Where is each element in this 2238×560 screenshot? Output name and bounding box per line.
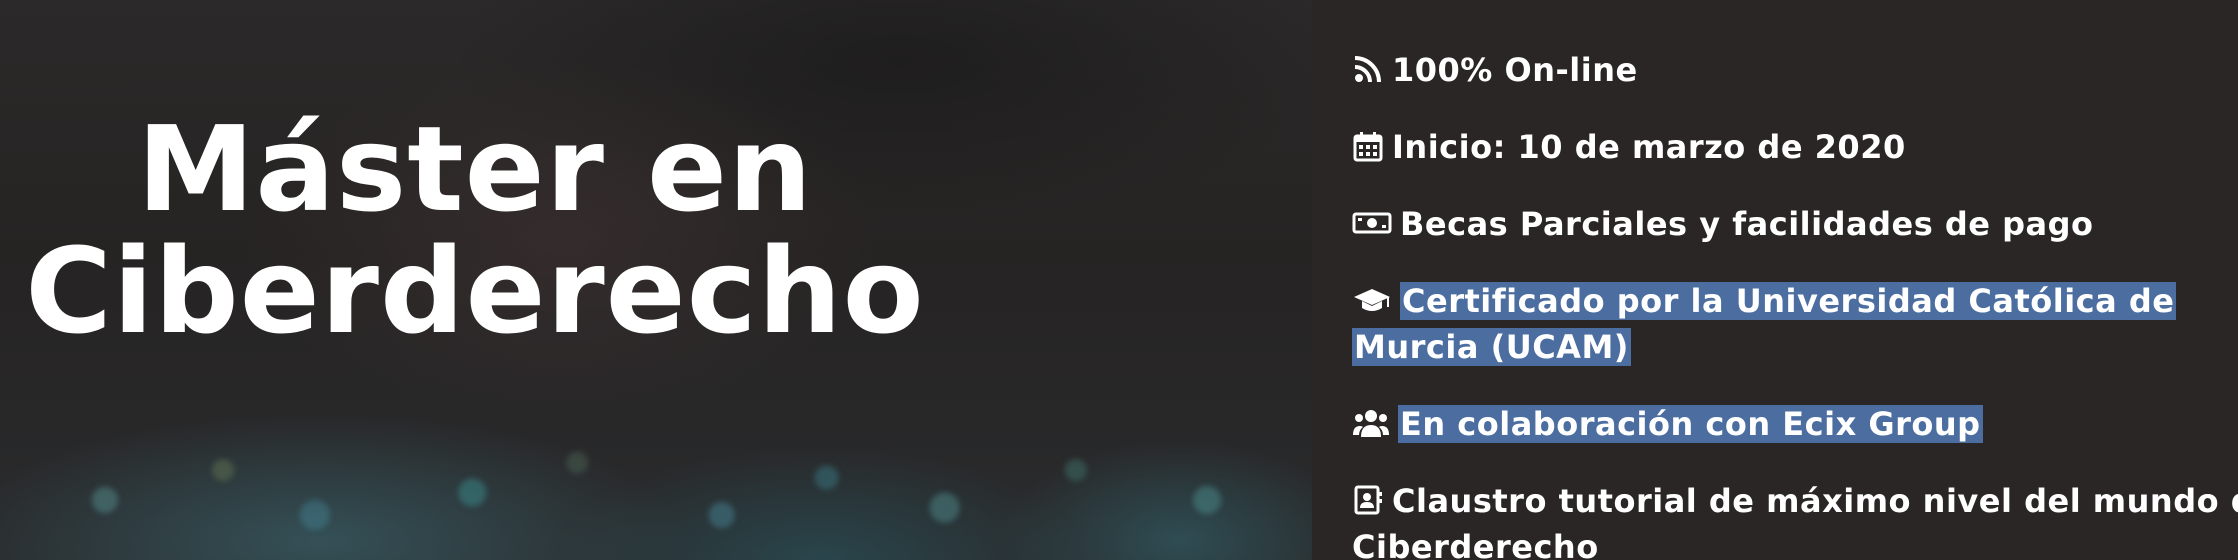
feature-certificate-line-2: Murcia (UCAM) (1352, 328, 1631, 366)
page-title-line-2: Ciberderecho (25, 222, 925, 360)
feature-faculty-line-1: Claustro tutorial de máximo nivel del mu… (1392, 482, 2238, 520)
feature-collaboration: En colaboración con Ecix Group (1352, 402, 1983, 446)
money-bill-icon (1352, 207, 1392, 239)
page: Máster en Ciberderecho 100% On-line Inic… (0, 0, 2238, 560)
feature-certificate: Certificado por la Universidad Católica … (1352, 279, 2177, 323)
users-icon (1352, 407, 1390, 439)
feature-certificate-continued: Murcia (UCAM) (1352, 325, 1631, 369)
feature-faculty-continued: Ciberderecho (1352, 525, 1599, 560)
feature-certificate-line-1: Certificado por la Universidad Católica … (1400, 282, 2177, 320)
rss-icon (1352, 53, 1384, 85)
feature-collaboration-text: En colaboración con Ecix Group (1398, 405, 1983, 443)
feature-faculty: Claustro tutorial de máximo nivel del mu… (1352, 479, 2238, 523)
page-title: Máster en Ciberderecho (0, 108, 950, 352)
feature-scholarships-text: Becas Parciales y facilidades de pago (1400, 205, 2094, 243)
feature-online-text: 100% On-line (1392, 51, 1638, 89)
hero-banner: Máster en Ciberderecho (0, 0, 1312, 560)
feature-online: 100% On-line (1352, 48, 1638, 92)
calendar-icon (1352, 130, 1384, 162)
feature-start-date-text: Inicio: 10 de marzo de 2020 (1392, 128, 1906, 166)
page-title-line-1: Máster en (136, 100, 814, 238)
feature-start-date: Inicio: 10 de marzo de 2020 (1352, 125, 1906, 169)
hero-background-crowd (0, 410, 1312, 560)
graduation-cap-icon (1352, 284, 1392, 316)
feature-scholarships: Becas Parciales y facilidades de pago (1352, 202, 2094, 246)
feature-faculty-line-2: Ciberderecho (1352, 528, 1599, 560)
address-card-icon (1352, 484, 1384, 516)
